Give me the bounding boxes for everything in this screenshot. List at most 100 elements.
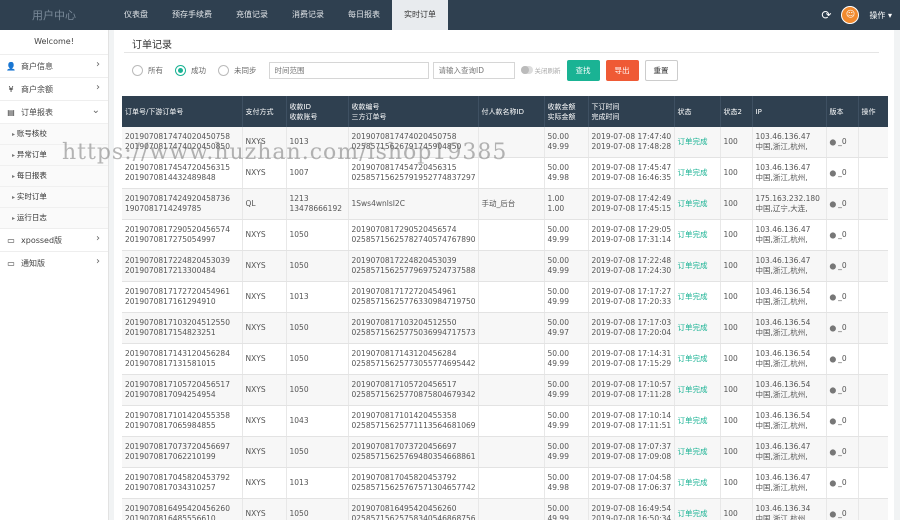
column-header: 收款ID 收款账号 [286, 96, 349, 127]
status2-text: 100 [723, 385, 738, 394]
table-row[interactable]: 2019070817224820453039 201907081721330048… [122, 250, 888, 282]
time-range-input[interactable] [268, 61, 429, 79]
sidebar-subitem-daily-report[interactable]: 每日报表 [0, 165, 108, 186]
table-row[interactable]: 2019070817045820453792 201907081703431025… [122, 467, 888, 499]
nav-tab[interactable]: 充值记录 [224, 0, 280, 30]
nav-tab[interactable]: 每日报表 [336, 0, 392, 30]
table-cell: 50.00 49.99 [544, 498, 589, 520]
sidebar-item-order-report[interactable]: ▤ 订单报表 ⌄ [0, 100, 108, 123]
actual-amount: 49.97 [547, 328, 569, 337]
ip-location: 中国,浙江,杭州, [755, 173, 808, 182]
sidebar-subitem-account-check[interactable]: 账号核校 [0, 123, 108, 144]
table-row[interactable]: 2019070817073720456697 201907081706221019… [122, 436, 888, 468]
refresh-icon[interactable]: ⟳ [821, 8, 831, 22]
version-text: _0 [838, 136, 847, 146]
apple-icon: ⬤ [829, 324, 839, 332]
amount: 50.00 [547, 225, 569, 234]
sidebar-item-merchant-info[interactable]: 👤 商户信息 › [0, 54, 108, 77]
status2-text: 100 [723, 447, 738, 456]
table-cell: 103.46.136.47 中国,浙江,杭州, [752, 467, 827, 499]
third-party-order-no: 02585715625770875804679342 [351, 390, 476, 399]
table-cell: 100 [720, 312, 753, 344]
table-row[interactable]: 2019070816495420456260 201907081648555661… [122, 498, 888, 520]
table-cell: 50.00 49.99 [544, 250, 589, 282]
table-cell: 1013 [286, 127, 349, 158]
version-text: _0 [838, 198, 847, 208]
order-time: 2019-07-08 17:10:14 [591, 411, 672, 420]
table-row[interactable]: 2019070817172720454961 201907081716129491… [122, 281, 888, 313]
ip-location: 中国,浙江,杭州, [755, 514, 808, 520]
apple-icon: ⬤ [829, 138, 839, 146]
table-row[interactable]: 2019070817105720456517 201907081709425495… [122, 374, 888, 406]
amount: 50.00 [547, 380, 569, 389]
avatar[interactable]: ☺ [841, 6, 860, 24]
table-row[interactable]: 2019070817101420455358 201907081706598485… [122, 405, 888, 437]
column-header: 下订时间 完成时间 [588, 96, 675, 127]
reset-button[interactable]: 重置 [644, 59, 678, 81]
amount: 50.00 [547, 473, 569, 482]
table-cell: 订单完成 [674, 498, 721, 520]
finish-time: 2019-07-08 17:31:14 [591, 235, 672, 244]
table-cell: 175.163.232.180 中国,辽宁,大连, [752, 188, 827, 220]
payer-name: 手动_后台 [481, 199, 516, 208]
radio-unsynced[interactable]: 未同步 [218, 64, 257, 76]
status2-text: 100 [723, 323, 738, 332]
order-id: 2019070817224820453039 [125, 256, 230, 265]
sidebar-subitem-realtime-orders[interactable]: 实时订单 [0, 186, 108, 207]
radio-dot [218, 64, 229, 76]
receive-id: 1013 [289, 292, 309, 301]
chevron-down-icon: ⌄ [91, 105, 100, 116]
refresh-toggle[interactable]: 关闭刷新 [520, 65, 561, 75]
sidebar-item-xpossed[interactable]: ▭ xpossed版 › [0, 228, 108, 251]
table-cell: 103.46.136.47 中国,浙江,杭州, [752, 436, 827, 468]
table-cell: 2019070817045820453792 025857156257675713… [348, 467, 479, 499]
table-row[interactable]: 2019070817290520456574 201907081727505499… [122, 219, 888, 251]
receive-no: 2019070817474020450758 [351, 132, 457, 141]
sidebar-item-notify[interactable]: ▭ 通知版 › [0, 251, 108, 274]
table-cell: 100 [720, 467, 753, 499]
actual-amount: 49.99 [547, 235, 569, 244]
table-cell: ⬤ _0 [826, 467, 859, 499]
sidebar-item-merchant-balance[interactable]: ¥ 商户余额 › [0, 77, 108, 100]
ip-location: 中国,浙江,杭州, [755, 359, 808, 368]
radio-success[interactable]: 成功 [175, 64, 206, 76]
table-cell: NXYS [242, 436, 287, 468]
toggle-knob [520, 66, 533, 74]
nav-tab[interactable]: 仪表盘 [112, 0, 160, 30]
table-cell: ⬤ _0 [826, 312, 859, 344]
table-row[interactable]: 2019070817143120456284 201907081713158101… [122, 343, 888, 375]
ip-address: 103.46.136.47 [755, 256, 811, 265]
sidebar-item-label: 通知版 [21, 258, 45, 268]
table-row[interactable]: 2019070817103204512550 201907081715482325… [122, 312, 888, 344]
status-text: 订单完成 [677, 416, 708, 425]
apple-icon: ⬤ [829, 417, 839, 425]
table-cell: 100 [720, 436, 753, 468]
nav-tab[interactable]: 消费记录 [280, 0, 336, 30]
receive-id: 1050 [289, 509, 309, 518]
table-row[interactable]: 2019070817424920458736 1907081714249785 QL… [122, 188, 888, 220]
export-button[interactable]: 导出 [605, 59, 639, 81]
sidebar-subitem-abnormal-orders[interactable]: 异常订单 [0, 144, 108, 165]
filter-bar: 所有 成功 未同步 关闭刷新 查找 导出 重置 [132, 59, 678, 81]
downstream-order-id: 2019070817275054997 [125, 235, 216, 244]
radio-all[interactable]: 所有 [132, 64, 163, 76]
version-text: _0 [838, 415, 847, 425]
table-cell: 50.00 49.99 [544, 374, 589, 406]
query-id-input[interactable] [432, 61, 515, 79]
table-row[interactable]: 2019070817454720456315 201907081443248984… [122, 157, 888, 189]
table-cell [858, 250, 888, 282]
table-cell: 订单完成 [674, 188, 721, 220]
sidebar-subitem-run-log[interactable]: 运行日志 [0, 207, 108, 228]
nav-tab[interactable]: 实时订单 [392, 0, 448, 30]
find-button[interactable]: 查找 [566, 59, 600, 81]
status-text: 订单完成 [677, 447, 708, 456]
order-time: 2019-07-08 17:47:40 [591, 132, 672, 141]
order-id: 2019070817143120456284 [125, 349, 230, 358]
nav-tab[interactable]: 预存手续费 [160, 0, 224, 30]
user-menu-button[interactable]: 操作 ▾ [869, 10, 892, 21]
column-header-label: 收款编号 [351, 102, 380, 111]
apple-icon: ⬤ [829, 355, 839, 363]
brand-title: 用户中心 [32, 9, 76, 22]
table-row[interactable]: 2019070817474020450758 201907081747402045… [122, 127, 888, 158]
finish-time: 2019-07-08 17:24:30 [591, 266, 672, 275]
